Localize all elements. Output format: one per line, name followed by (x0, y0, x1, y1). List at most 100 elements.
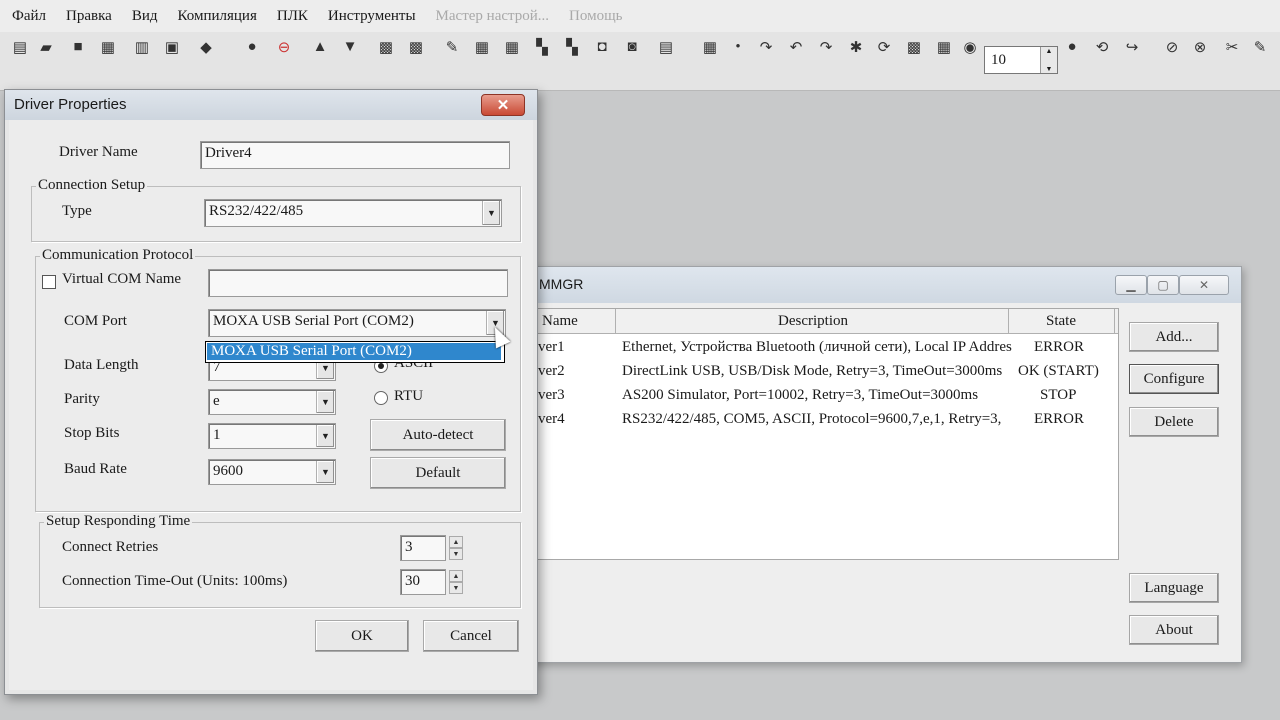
menu-tools[interactable]: Инструменты (318, 8, 426, 25)
download-icon[interactable]: ▼ (340, 37, 360, 57)
monitor2-icon[interactable]: ▩ (406, 37, 426, 57)
function2-icon[interactable]: ◙ (622, 37, 642, 57)
table-row[interactable]: ver2 DirectLink USB, USB/Disk Mode, Retr… (538, 359, 1118, 383)
cancel-button[interactable]: Cancel (423, 620, 519, 652)
virtual-com-field[interactable] (208, 269, 508, 297)
menu-help[interactable]: Помощь (559, 8, 632, 25)
com-port-dropdown-list[interactable]: MOXA USB Serial Port (COM2) (205, 341, 505, 363)
minimize-icon[interactable]: ▁ (1115, 275, 1147, 295)
com-port-option[interactable]: MOXA USB Serial Port (COM2) (207, 343, 501, 360)
col-description[interactable]: Description (778, 313, 848, 330)
type-label: Type (62, 203, 92, 219)
parity-select[interactable]: e ▼ (208, 389, 336, 415)
rotate2-icon[interactable]: ↶ (786, 37, 806, 57)
maximize-icon[interactable]: ▢ (1147, 275, 1179, 295)
scissors-icon[interactable]: ✂ (1222, 37, 1242, 57)
edit-icon[interactable]: ✎ (1250, 37, 1270, 57)
spin-down-icon[interactable]: ▼ (449, 582, 463, 594)
register-icon[interactable]: ▦ (700, 37, 720, 57)
pencil-icon[interactable]: ✎ (442, 37, 462, 57)
driver-name-field[interactable]: Driver4 (200, 141, 510, 169)
col-state[interactable]: State (1046, 313, 1076, 330)
table-row[interactable]: ver1 Ethernet, Устройства Bluetooth (лич… (538, 335, 1118, 359)
copy-icon[interactable]: ▣ (162, 37, 182, 57)
dot-icon[interactable]: • (728, 37, 748, 57)
print-icon[interactable]: ▦ (98, 37, 118, 57)
chevron-down-icon[interactable]: ▼ (316, 425, 334, 447)
zoom-value[interactable]: 10 (985, 52, 1040, 69)
baud-rate-select[interactable]: 9600 ▼ (208, 459, 336, 485)
type-select[interactable]: RS232/422/485 ▼ (204, 199, 502, 227)
row-state: ERROR (1034, 411, 1085, 427)
timeout-field[interactable]: 30 ▲ ▼ (400, 569, 463, 595)
virtual-com-checkbox[interactable] (42, 275, 56, 289)
delete-button[interactable]: Delete (1129, 407, 1219, 437)
menu-plc[interactable]: ПЛК (267, 8, 318, 25)
rotate3-icon[interactable]: ↷ (816, 37, 836, 57)
driver-list[interactable]: Name Description State ver1 Ethernet, Ус… (537, 308, 1119, 560)
col-name[interactable]: Name (542, 313, 578, 330)
run-icon[interactable]: ● (242, 37, 262, 57)
language-button[interactable]: Language (1129, 573, 1219, 603)
branch2-icon[interactable]: ▚ (562, 37, 582, 57)
cut-icon[interactable]: ▥ (132, 37, 152, 57)
ok-button[interactable]: OK (315, 620, 409, 652)
settings-icon[interactable]: ▩ (904, 37, 924, 57)
dialog-titlebar[interactable]: Driver Properties ✕ (5, 90, 537, 120)
network-icon[interactable]: ▤ (656, 37, 676, 57)
rtu-radio[interactable] (374, 391, 388, 405)
contact-icon[interactable]: ▦ (472, 37, 492, 57)
upload-icon[interactable]: ▲ (310, 37, 330, 57)
commgr-titlebar[interactable]: MMGR ▁ ▢ ✕ (501, 267, 1241, 303)
zoom-spin[interactable]: ▲ ▼ (1040, 47, 1057, 73)
spin-up-icon[interactable]: ▲ (449, 536, 463, 548)
menu-wizard[interactable]: Мастер настрой... (426, 8, 559, 25)
stop-icon[interactable]: ⊖ (274, 37, 294, 57)
connect-retries-field[interactable]: 3 ▲ ▼ (400, 535, 463, 561)
spin-down-icon[interactable]: ▼ (449, 548, 463, 560)
com-port-select[interactable]: MOXA USB Serial Port (COM2) ▼ (208, 309, 506, 337)
refresh-icon[interactable]: ⟳ (874, 37, 894, 57)
function-icon[interactable]: ◘ (592, 37, 612, 57)
chevron-down-icon[interactable]: ▼ (316, 391, 334, 413)
monitor-icon[interactable]: ▩ (376, 37, 396, 57)
menu-edit[interactable]: Правка (56, 8, 122, 25)
chevron-down-icon[interactable]: ▼ (482, 201, 500, 225)
spin-up-icon[interactable]: ▲ (1046, 47, 1053, 55)
globe-icon[interactable]: ◉ (960, 37, 980, 57)
stop-bits-select[interactable]: 1 ▼ (208, 423, 336, 449)
book-icon[interactable]: ◆ (196, 37, 216, 57)
stop-circle-icon[interactable]: ⊘ (1162, 37, 1182, 57)
new-file-icon[interactable]: ▤ (10, 37, 30, 57)
rotate-icon[interactable]: ↷ (756, 37, 776, 57)
row-state: STOP (1040, 387, 1077, 403)
configure-button[interactable]: Configure (1129, 364, 1219, 394)
add-button[interactable]: Add... (1129, 322, 1219, 352)
menu-view[interactable]: Вид (122, 8, 168, 25)
pin-icon[interactable]: ✱ (846, 37, 866, 57)
timeout-spinner[interactable]: ▲ ▼ (449, 570, 463, 594)
close-icon[interactable]: ✕ (1179, 275, 1229, 295)
menu-compile[interactable]: Компиляция (168, 8, 267, 25)
redo-icon[interactable]: ↪ (1122, 37, 1142, 57)
record-icon[interactable]: ● (1062, 37, 1082, 57)
spin-down-icon[interactable]: ▼ (1046, 65, 1053, 73)
zoom-stepper[interactable]: 10 ▲ ▼ (984, 46, 1058, 74)
about-button[interactable]: About (1129, 615, 1219, 645)
spin-up-icon[interactable]: ▲ (449, 570, 463, 582)
table-row[interactable]: ver4 RS232/422/485, COM5, ASCII, Protoco… (538, 407, 1118, 431)
grid-icon[interactable]: ▦ (934, 37, 954, 57)
branch-icon[interactable]: ▚ (532, 37, 552, 57)
table-row[interactable]: ver3 AS200 Simulator, Port=10002, Retry=… (538, 383, 1118, 407)
auto-detect-button[interactable]: Auto-detect (370, 419, 506, 451)
coil-icon[interactable]: ▦ (502, 37, 522, 57)
close-icon[interactable]: ✕ (481, 94, 525, 116)
chevron-down-icon[interactable]: ▼ (316, 461, 334, 483)
open-folder-icon[interactable]: ▰ (36, 37, 56, 57)
retries-spinner[interactable]: ▲ ▼ (449, 536, 463, 560)
save-icon[interactable]: ■ (68, 37, 88, 57)
cycle-icon[interactable]: ⟲ (1092, 37, 1112, 57)
default-button[interactable]: Default (370, 457, 506, 489)
menu-file[interactable]: Файл (0, 8, 56, 25)
block-icon[interactable]: ⊗ (1190, 37, 1210, 57)
